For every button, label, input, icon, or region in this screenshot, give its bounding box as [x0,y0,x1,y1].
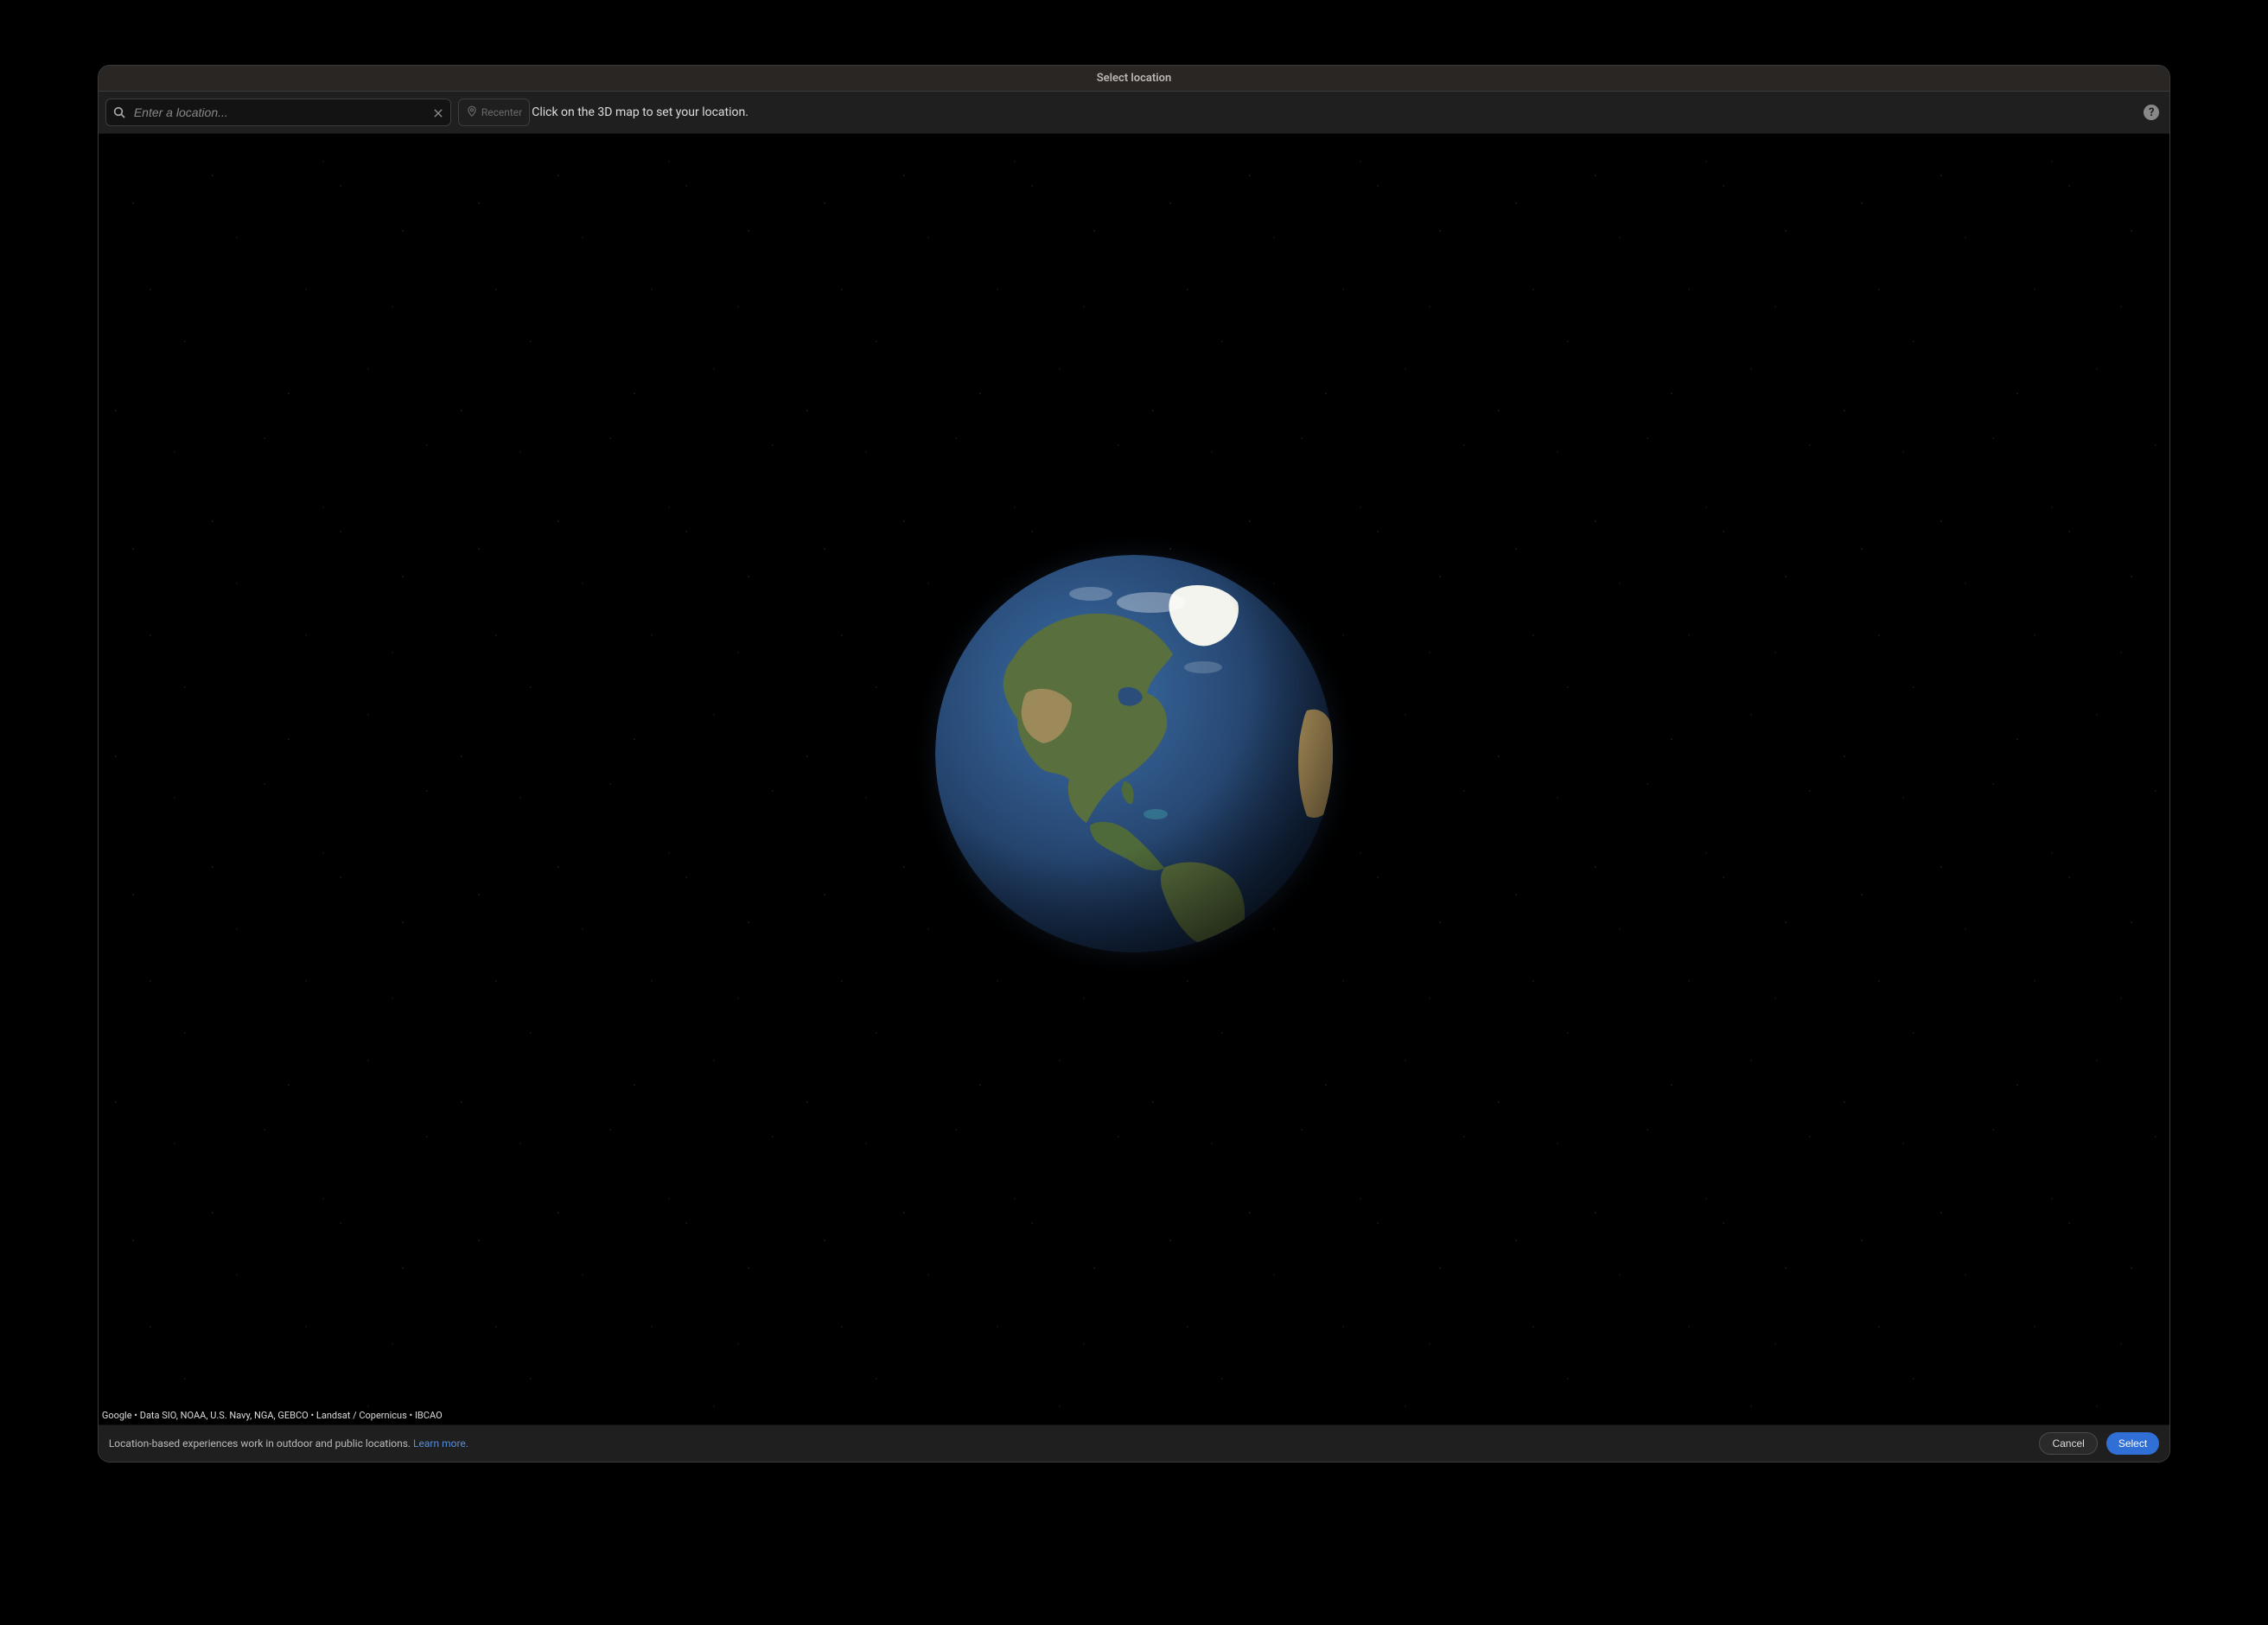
footer: Location-based experiences work in outdo… [99,1424,2169,1462]
select-button[interactable]: Select [2106,1432,2159,1455]
pin-icon [466,105,478,120]
clear-icon[interactable] [432,106,444,118]
search-icon [112,105,126,119]
search-input[interactable] [105,99,451,126]
titlebar: Select location [99,66,2169,92]
search-wrap [105,99,451,126]
window-title: Select location [1097,72,1172,85]
map-hint: Click on the 3D map to set your location… [532,105,749,119]
map-attribution: Google • Data SIO, NOAA, U.S. Navy, NGA,… [102,1410,443,1421]
earth-globe[interactable] [935,555,1333,953]
help-icon[interactable]: ? [2144,105,2159,120]
recenter-label: Recenter [481,106,522,118]
select-location-panel: Select location Recenter [98,65,2170,1462]
footer-info: Location-based experiences work in outdo… [109,1437,468,1450]
cancel-button[interactable]: Cancel [2039,1432,2097,1455]
footer-actions: Cancel Select [2039,1432,2159,1455]
footer-info-text: Location-based experiences work in outdo… [109,1437,413,1450]
toolbar: Recenter Click on the 3D map to set your… [99,92,2169,134]
map-3d-view[interactable]: Google • Data SIO, NOAA, U.S. Navy, NGA,… [99,134,2169,1424]
learn-more-link[interactable]: Learn more. [413,1437,468,1450]
recenter-button[interactable]: Recenter [458,99,530,126]
